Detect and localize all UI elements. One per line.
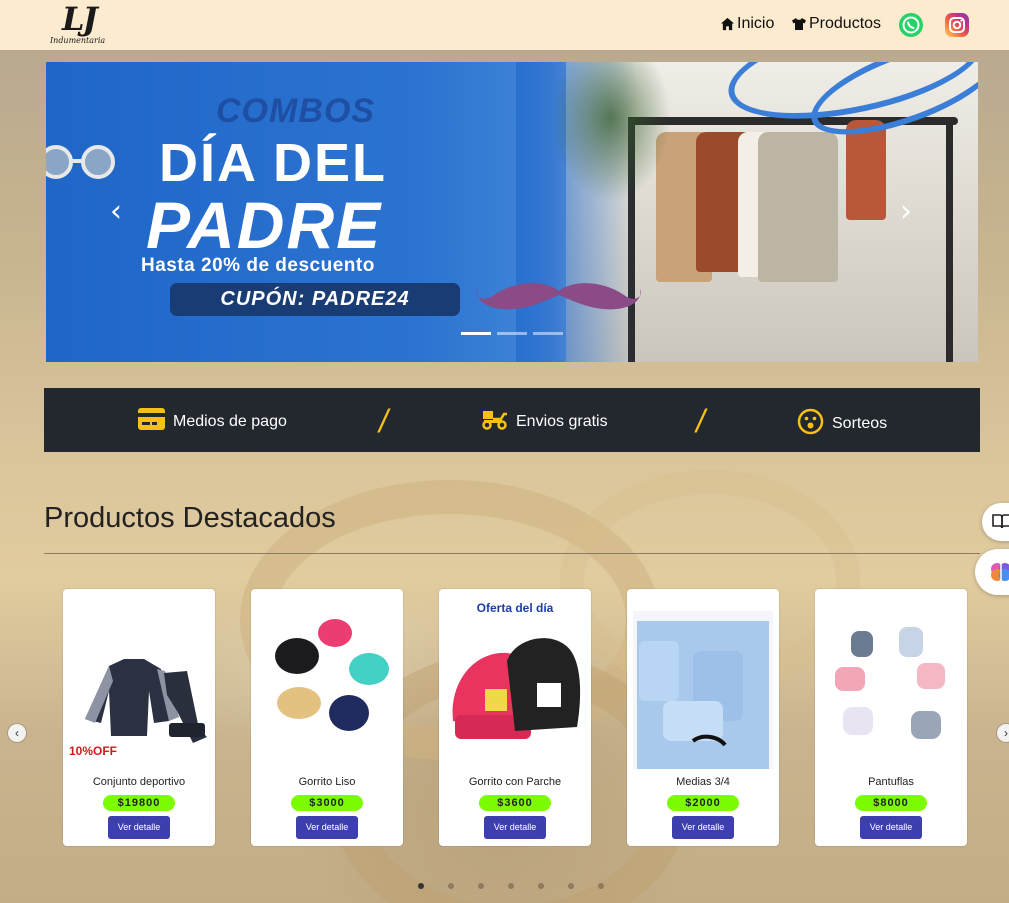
info-separator: / bbox=[696, 403, 705, 439]
carousel-indicator[interactable] bbox=[497, 332, 527, 335]
banner-heading-dia-del: DÍA DEL bbox=[159, 133, 387, 193]
whatsapp-icon[interactable] bbox=[899, 13, 923, 37]
product-name: Gorrito Liso bbox=[298, 776, 356, 788]
shirt-icon bbox=[791, 17, 807, 31]
instagram-icon[interactable] bbox=[945, 13, 969, 37]
info-separator: / bbox=[379, 403, 388, 439]
info-raffles: Sorteos bbox=[797, 408, 887, 440]
product-name: Medias 3/4 bbox=[676, 776, 730, 788]
delivery-scooter-icon bbox=[481, 408, 508, 435]
product-price: $8000 bbox=[855, 795, 927, 811]
product-price: $3000 bbox=[291, 795, 363, 811]
carousel-indicators bbox=[461, 332, 563, 335]
banner-heading-padre: PADRE bbox=[146, 188, 383, 262]
pagination-dot[interactable] bbox=[538, 883, 544, 889]
mustache-illustration bbox=[477, 283, 641, 310]
product-name: Pantuflas bbox=[868, 776, 914, 788]
nav-link-productos[interactable]: Productos bbox=[791, 15, 881, 33]
pagination-dot[interactable] bbox=[598, 883, 604, 889]
section-title: Productos Destacados bbox=[44, 502, 336, 534]
banner-discount-text: Hasta 20% de descuento bbox=[141, 255, 375, 276]
pagination-dot[interactable] bbox=[448, 883, 454, 889]
product-card: Gorrito Liso $3000 Ver detalle bbox=[251, 589, 403, 846]
info-payment: Medios de pago bbox=[138, 408, 287, 435]
banner-heading-combos: COMBOS bbox=[216, 92, 375, 130]
product-image-gorrito-parche[interactable] bbox=[445, 611, 585, 769]
product-card: Oferta del día Gorrito con Parche $3600 … bbox=[439, 589, 591, 846]
nav-link-inicio[interactable]: Inicio bbox=[720, 15, 774, 33]
carousel-indicator[interactable] bbox=[533, 332, 563, 335]
garment bbox=[846, 120, 886, 220]
view-detail-button[interactable]: Ver detalle bbox=[672, 816, 734, 839]
product-image-pantuflas[interactable] bbox=[821, 611, 961, 769]
section-divider bbox=[44, 553, 980, 554]
view-detail-button[interactable]: Ver detalle bbox=[860, 816, 922, 839]
logo-mark: LJ bbox=[62, 0, 98, 38]
view-detail-button[interactable]: Ver detalle bbox=[296, 816, 358, 839]
pagination-dot[interactable] bbox=[568, 883, 574, 889]
products-next-button[interactable]: › bbox=[997, 724, 1009, 742]
view-detail-button[interactable]: Ver detalle bbox=[484, 816, 546, 839]
carousel-indicator[interactable] bbox=[461, 332, 491, 335]
carousel-prev-button[interactable]: ‹ bbox=[106, 197, 126, 227]
clothing-rack-leg bbox=[946, 117, 953, 362]
promo-carousel: COMBOS DÍA DEL PADRE Hasta 20% de descue… bbox=[46, 62, 978, 362]
nav-label-inicio: Inicio bbox=[737, 15, 775, 32]
nav-label-productos: Productos bbox=[809, 15, 882, 32]
product-card: 10%OFF Conjunto deportivo $19800 Ver det… bbox=[63, 589, 215, 846]
plant-decoration bbox=[551, 62, 671, 202]
info-shipping-label: Envios gratis bbox=[516, 412, 608, 430]
discount-badge: 10%OFF bbox=[69, 744, 118, 758]
surprised-face-icon bbox=[797, 408, 824, 440]
product-price: $3600 bbox=[479, 795, 551, 811]
pagination-dot[interactable] bbox=[508, 883, 514, 889]
pagination-dot[interactable] bbox=[478, 883, 484, 889]
products-pagination bbox=[418, 883, 604, 889]
brand-logo[interactable]: LJ Indumentaria bbox=[50, 0, 120, 48]
info-strip: Medios de pago / Envios gratis / Sorteos bbox=[44, 388, 980, 452]
product-name: Gorrito con Parche bbox=[468, 776, 562, 788]
garment bbox=[758, 132, 838, 282]
product-price: $2000 bbox=[667, 795, 739, 811]
info-payment-label: Medios de pago bbox=[173, 412, 287, 430]
product-name: Conjunto deportivo bbox=[92, 776, 186, 788]
product-card: Medias 3/4 $2000 Ver detalle bbox=[627, 589, 779, 846]
product-card: Pantuflas $8000 Ver detalle bbox=[815, 589, 967, 846]
info-raffles-label: Sorteos bbox=[832, 415, 888, 432]
glasses-illustration bbox=[46, 145, 115, 179]
view-detail-button[interactable]: Ver detalle bbox=[108, 816, 170, 839]
brain-icon bbox=[989, 560, 1009, 589]
product-image-gorrito-liso[interactable] bbox=[257, 611, 397, 769]
carousel-next-button[interactable]: › bbox=[896, 197, 916, 227]
home-icon bbox=[720, 17, 735, 31]
credit-card-icon bbox=[138, 408, 165, 435]
info-shipping: Envios gratis bbox=[481, 408, 608, 435]
navbar: LJ Indumentaria Inicio Productos bbox=[0, 0, 1009, 50]
coupon-badge: CUPÓN: PADRE24 bbox=[170, 283, 460, 316]
book-icon bbox=[992, 513, 1009, 534]
pagination-dot[interactable] bbox=[418, 883, 424, 889]
logo-subtitle: Indumentaria bbox=[50, 36, 106, 45]
product-price: $19800 bbox=[103, 795, 175, 811]
product-image-medias[interactable] bbox=[633, 611, 773, 769]
products-prev-button[interactable]: ‹ bbox=[8, 724, 26, 742]
